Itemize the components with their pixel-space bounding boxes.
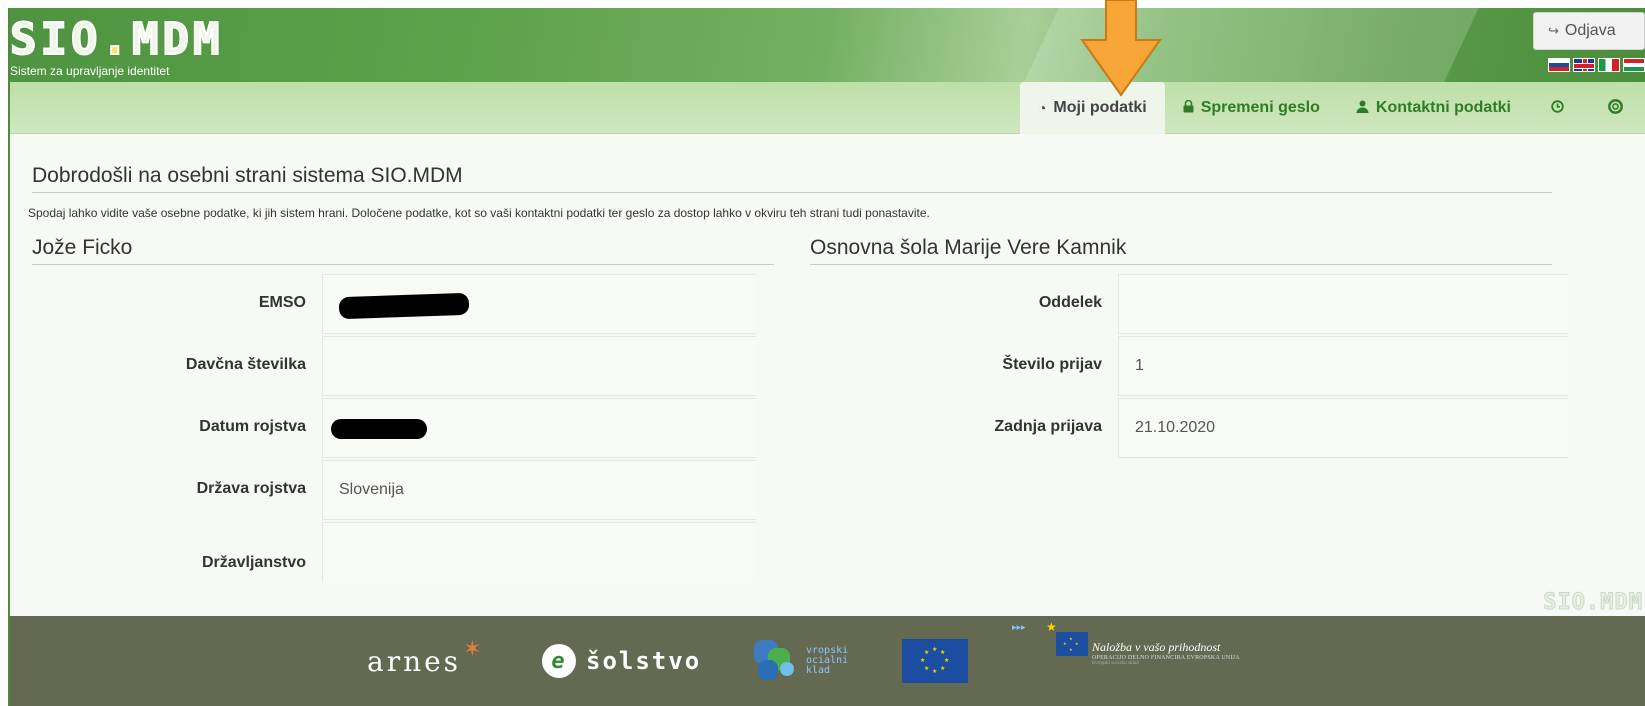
tab-help[interactable] [1586,82,1645,134]
eu-small-flag-icon: ★ ★ ★ ★ [1056,632,1088,656]
field-drzavljanstvo: Državljanstvo [32,522,756,584]
site-subtitle: Sistem za upravljanje identitet [10,64,170,78]
solstvo-wordmark: šolstvo [586,647,702,675]
stars-decoration-icon: ▸▸▸ [1012,622,1026,632]
person-name-heading: Jože Ficko [32,236,774,265]
field-davcna-stevilka: Davčna številka [32,336,756,398]
flag-si-icon[interactable] [1548,58,1570,72]
orange-down-arrow-icon [1080,0,1162,97]
solstvo-logo[interactable]: e šolstvo [542,616,701,706]
field-value: Slovenija [322,460,756,520]
field-label: Državljanstvo [201,554,306,571]
tab-label: Spremeni geslo [1200,99,1320,116]
clock-icon [1551,100,1564,116]
arnes-wordmark: arnes [367,644,462,678]
field-value [1118,274,1568,334]
field-label: EMSO [258,294,306,311]
flag-hu-icon[interactable] [1623,58,1645,72]
eu-slogan: Naložba v vašo prihodnost [1092,640,1221,654]
main-navbar: ◔ Moji podatki Spremeni geslo Kontaktni … [10,82,1645,134]
arnes-swoosh-icon: ✶ [463,636,485,662]
field-value [322,274,756,334]
flag-it-icon[interactable] [1598,58,1620,72]
field-label: Oddelek [1038,294,1102,311]
arnes-logo[interactable]: arnes ✶ [367,616,485,706]
e-solstvo-icon: e [542,644,576,678]
field-value [322,398,756,458]
eu-flag-icon: ★ ★ ★ ★ ★ ★ ★ ★ [902,639,968,683]
field-emso: EMSO [32,274,756,336]
field-label: Število prijav [1002,356,1102,373]
site-logo[interactable]: SIO.MDM [10,13,224,66]
language-selector [1548,58,1645,72]
eu-investment-logo[interactable]: ▸▸▸ ★ ★ ★ ★ ★ Naložba v vašo prihodnost … [1010,616,1240,706]
field-value: 1 [1118,336,1568,396]
logout-label: Odjava [1564,22,1616,39]
redaction-mark [331,419,427,439]
field-stevilo-prijav: Število prijav 1 [828,336,1568,398]
field-value: 21.10.2020 [1118,398,1568,458]
field-oddelek: Oddelek [828,274,1568,336]
dashboard-icon: ◔ [1037,100,1047,116]
eu-subtext-2: Evropski socialni sklad [1092,661,1139,666]
tab-label: Kontaktni podatki [1375,99,1511,116]
sponsor-footer: arnes ✶ e šolstvo vropski ocialni klad ★ … [10,616,1645,706]
page-title: Dobrodošli na osebni strani sistema SIO.… [32,164,1552,193]
lifebuoy-icon [1608,99,1623,117]
tab-kontaktni-podatki[interactable]: Kontaktni podatki [1338,82,1529,134]
esf-text: vropski ocialni klad [806,645,849,676]
field-datum-rojstva: Datum rojstva [32,398,756,460]
lock-icon [1183,99,1194,116]
flag-uk-icon[interactable] [1573,58,1595,72]
field-value [322,336,756,396]
field-zadnja-prijava: Zadnja prijava 21.10.2020 [828,398,1568,460]
sign-out-icon: ↪ [1548,23,1559,38]
field-drzava-rojstva: Država rojstva Slovenija [32,460,756,522]
logout-button[interactable]: ↪ Odjava [1533,12,1645,50]
eu-logo[interactable]: ★ ★ ★ ★ ★ ★ ★ ★ [902,616,968,706]
field-label: Datum rojstva [199,418,306,435]
tab-history[interactable] [1529,82,1586,134]
intro-text: Spodaj lahko vidite vaše osebne podatke,… [28,206,930,220]
user-icon [1356,100,1369,116]
field-label: Država rojstva [196,480,306,497]
redaction-mark [338,292,470,320]
site-header: SIO.MDM Sistem za upravljanje identitet … [10,8,1645,82]
esf-logo[interactable]: vropski ocialni klad [754,616,848,706]
field-label: Davčna številka [185,356,306,373]
field-value [322,522,756,582]
field-label: Zadnja prijava [994,418,1102,435]
tab-spremeni-geslo[interactable]: Spremeni geslo [1165,82,1338,134]
school-name-heading: Osnovna šola Marije Vere Kamnik [810,236,1552,265]
footer-watermark-logo: SIO.MDM [1543,590,1643,616]
esf-icon [754,640,800,682]
logo-wordmark: SIO.MDM [10,13,224,66]
tab-label: Moji podatki [1053,99,1147,116]
